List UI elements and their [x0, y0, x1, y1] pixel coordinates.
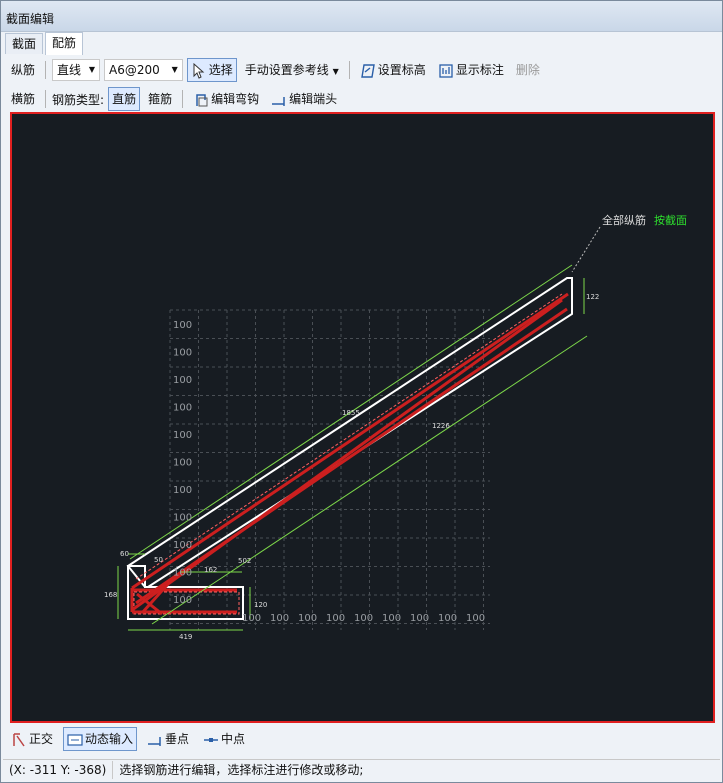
callout-leader: [571, 226, 601, 273]
perpendicular-label: 垂点: [165, 732, 190, 746]
ortho-label: 正交: [29, 732, 54, 746]
dim-50[interactable]: 50: [154, 556, 163, 564]
dim-168[interactable]: 168: [104, 591, 117, 599]
reference-line-button[interactable]: 手动设置参考线 ▼: [241, 58, 343, 82]
tab-reinforcement[interactable]: 配筋: [45, 32, 84, 55]
toolbar-separator: [45, 90, 47, 108]
dimension-icon: [439, 63, 453, 78]
toolbar-separator: [182, 90, 184, 108]
chevron-down-icon: ▼: [171, 65, 178, 74]
ortho-button[interactable]: 正交: [7, 727, 57, 751]
toolbar-main: 纵筋 直线 ▼ A6@200 ▼ 选择 手动设置参考线 ▼ 设置标高 显示标注 删除: [7, 58, 544, 82]
perpendicular-button[interactable]: 垂点: [143, 727, 193, 751]
grid-label-x: 100: [438, 613, 457, 624]
toolbar-separator: [45, 61, 47, 79]
midpoint-icon: [204, 737, 219, 742]
longitudinal-rebar-button[interactable]: 纵筋: [7, 58, 39, 82]
transverse-rebar-button[interactable]: 横筋: [7, 87, 39, 111]
grid-label-y: 100: [173, 320, 192, 331]
edit-end-button[interactable]: 编辑端头: [267, 87, 341, 111]
show-dimension-button[interactable]: 显示标注: [434, 58, 508, 82]
grid-label-y: 100: [173, 375, 192, 386]
grid-label-y: 100: [173, 513, 192, 524]
edit-hook-button[interactable]: 编辑弯钩: [189, 87, 263, 111]
title-bar: 截面编辑: [1, 1, 722, 32]
dynamic-input-label: 动态输入: [85, 732, 134, 746]
dim-162[interactable]: 162: [204, 566, 217, 574]
status-bar: (X: -311 Y: -368) 选择钢筋进行编辑，选择标注进行修改或移动;: [3, 759, 720, 780]
straight-rebar-button[interactable]: 直筋: [108, 87, 141, 111]
delete-button[interactable]: 删除: [512, 58, 544, 82]
select-button-label: 选择: [208, 63, 233, 77]
tab-bar: 截面 配筋: [1, 32, 722, 55]
grid-label-x: 100: [466, 613, 485, 624]
grid-label-x: 100: [242, 613, 261, 624]
status-coords: (X: -311 Y: -368): [3, 761, 114, 779]
dim-1855[interactable]: 1855: [342, 409, 360, 417]
reference-line-label: 手动设置参考线: [244, 63, 329, 77]
line-type-select[interactable]: 直线 ▼: [52, 59, 101, 81]
grid-label-y: 100: [173, 458, 192, 469]
dim-419[interactable]: 419: [179, 633, 192, 641]
perpendicular-icon: [148, 736, 161, 746]
grid-label-y: 100: [173, 485, 192, 496]
line-type-value: 直线: [57, 63, 82, 77]
grid-label-x: 100: [298, 613, 317, 624]
set-elevation-button[interactable]: 设置标高: [356, 58, 430, 82]
grid-label-x: 100: [382, 613, 401, 624]
show-dimension-label: 显示标注: [455, 63, 504, 77]
hook-icon: [196, 93, 208, 106]
rebar-spec-value: A6@200: [109, 63, 160, 77]
grid-label-x: 100: [410, 613, 429, 624]
cursor-arrow-icon: [193, 62, 205, 79]
select-button[interactable]: 选择: [186, 58, 237, 82]
dynamic-input-button[interactable]: 动态输入: [63, 727, 138, 751]
snap-toolbar: 正交 动态输入 垂点 中点: [7, 727, 249, 751]
dim-120[interactable]: 120: [254, 601, 267, 609]
grid-label-y: 100: [173, 568, 192, 579]
callout-link[interactable]: 按截面: [654, 213, 687, 227]
grid-label-y: 100: [173, 430, 192, 441]
rebar-spec-select[interactable]: A6@200 ▼: [104, 59, 183, 81]
grid-label-x: 100: [326, 613, 345, 624]
dim-60[interactable]: 60: [120, 550, 129, 558]
dim-122[interactable]: 122: [586, 293, 599, 301]
toolbar-rebar-type: 横筋 钢筋类型: 直筋 箍筋 编辑弯钩 编辑端头: [7, 87, 341, 111]
dim-1226[interactable]: 1226: [432, 422, 450, 430]
chevron-down-icon: ▼: [88, 65, 96, 74]
section-editor-window: 截面编辑 截面 配筋 纵筋 直线 ▼ A6@200 ▼ 选择 手动设置参考线 ▼ 设…: [0, 0, 723, 783]
ortho-icon: [13, 732, 25, 746]
midpoint-button[interactable]: 中点: [199, 727, 249, 751]
edit-hook-label: 编辑弯钩: [211, 92, 260, 106]
grid-label-x: 100: [354, 613, 373, 624]
midpoint-label: 中点: [221, 732, 246, 746]
grid-label-y: 100: [173, 540, 192, 551]
dim-502[interactable]: 502: [238, 557, 251, 565]
section-outline-slope: [126, 277, 573, 588]
status-message: 选择钢筋进行编辑，选择标注进行修改或移动;: [119, 763, 364, 777]
section-drawing[interactable]: 全部纵筋 按截面 1855 1226 122 60 50 162 502 168…: [12, 114, 713, 721]
set-elevation-label: 设置标高: [377, 63, 426, 77]
toolbar-separator: [348, 61, 350, 79]
grid-label-y: 100: [173, 348, 192, 359]
rebar-type-label: 钢筋类型:: [52, 92, 105, 107]
dynamic-input-icon: [67, 733, 83, 746]
stirrup-button[interactable]: 箍筋: [144, 87, 176, 111]
elevation-icon: [360, 63, 375, 78]
chevron-down-icon: ▼: [332, 67, 339, 76]
grid-label-y: 100: [173, 595, 192, 606]
grid-label-x: 100: [270, 613, 289, 624]
grid-label-y: 100: [173, 403, 192, 414]
inner-dashed-slope: [135, 293, 563, 580]
tab-section[interactable]: 截面: [5, 33, 44, 54]
edit-end-label: 编辑端头: [289, 92, 338, 106]
window-title: 截面编辑: [6, 12, 55, 26]
end-icon: [272, 96, 285, 106]
drawing-canvas[interactable]: 全部纵筋 按截面 1855 1226 122 60 50 162 502 168…: [10, 112, 715, 723]
callout-text: 全部纵筋: [602, 213, 646, 227]
